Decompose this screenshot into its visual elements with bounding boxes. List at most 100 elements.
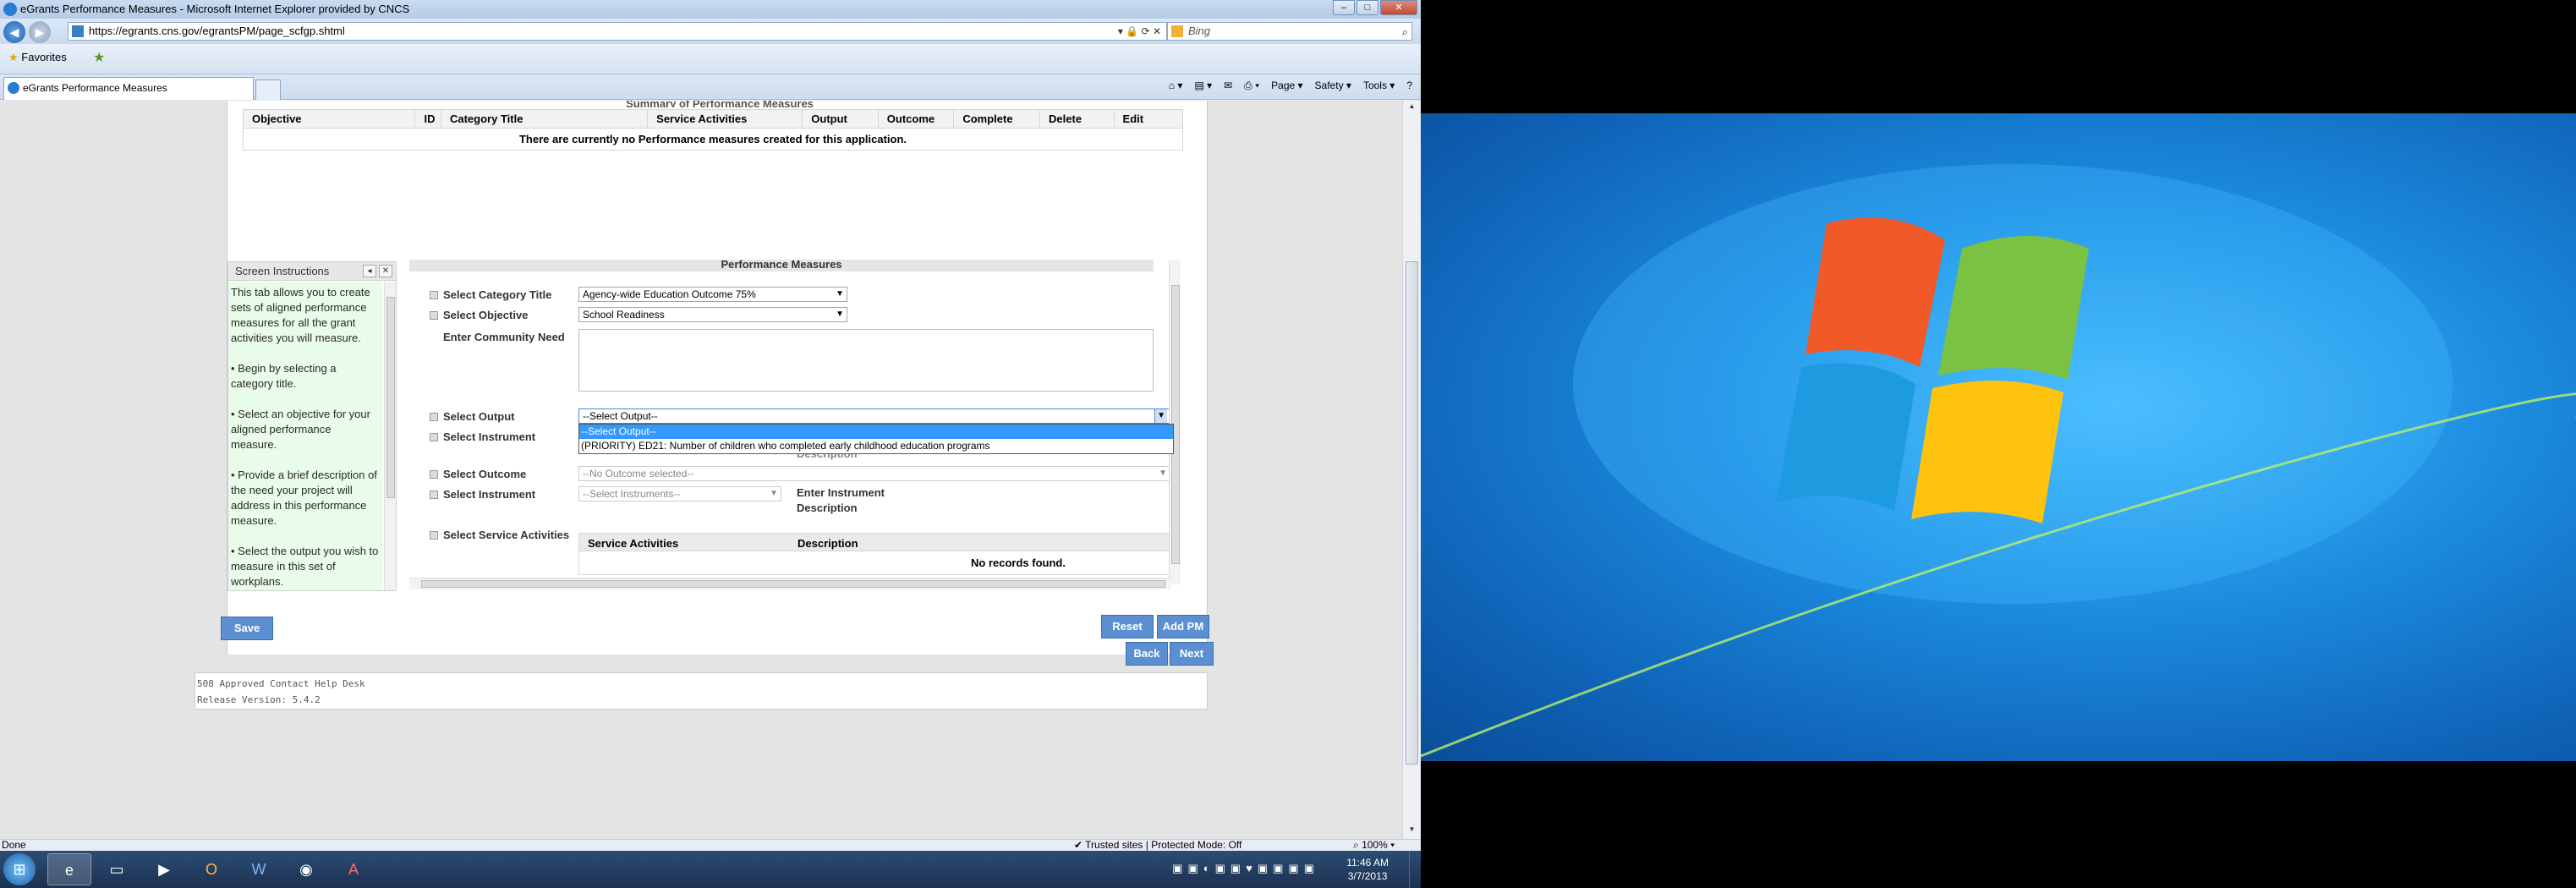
close-button[interactable]: ✕ — [1380, 0, 1417, 15]
help-icon[interactable] — [430, 413, 438, 421]
outcome-select[interactable]: --No Outcome selected-- ▼ — [578, 466, 1170, 481]
close-icon[interactable]: ✕ — [379, 265, 392, 277]
help-icon[interactable] — [430, 291, 438, 299]
forward-nav-button[interactable]: ▶ — [29, 21, 51, 43]
summary-table: Objective ID Category Title Service Acti… — [242, 109, 1184, 151]
ie-icon — [3, 3, 17, 16]
instructions-scrollbar[interactable] — [384, 282, 396, 590]
minimize-button[interactable]: – — [1333, 0, 1355, 15]
summary-title: Summary of Performance Measures — [626, 101, 814, 107]
media-player-taskbar-icon[interactable]: ▶ — [142, 853, 186, 885]
mail-icon[interactable]: ✉ — [1224, 79, 1232, 92]
page-viewport: Summary of Performance Measures Objectiv… — [0, 101, 1402, 839]
word-taskbar-icon[interactable]: W — [237, 853, 281, 885]
community-need-label: Enter Community Need — [443, 331, 565, 343]
summary-empty-message: There are currently no Performance measu… — [243, 128, 1183, 151]
favorites-bar: ★ Favorites ★ — [0, 44, 1421, 74]
col-service-activities: Service Activities — [647, 109, 803, 129]
star-icon: ★ — [8, 51, 19, 63]
home-icon[interactable]: ⌂ ▾ — [1169, 79, 1183, 92]
output-option[interactable]: (PRIORITY) ED21: Number of children who … — [579, 439, 1173, 453]
tab-page-icon — [8, 82, 19, 94]
objective-label: School ReadinessSelect Objective — [430, 309, 528, 321]
zoom-level[interactable]: ⌕ 100% ▾ — [1353, 840, 1395, 851]
save-button[interactable]: Save — [221, 617, 273, 640]
address-row: ◀ ▶ https://egrants.cns.gov/egrantsPM/pa… — [0, 19, 1421, 44]
instructions-header: Screen Instructions ◂ ✕ — [228, 262, 396, 281]
browser-window: eGrants Performance Measures - Microsoft… — [0, 0, 1421, 888]
summary-section: Summary of Performance Measures Objectiv… — [242, 101, 1197, 168]
search-placeholder: Bing — [1188, 25, 1211, 37]
page-icon — [72, 25, 84, 37]
page-scrollbar[interactable]: ▲ ▼ — [1402, 101, 1421, 839]
collapse-icon[interactable]: ◂ — [363, 265, 376, 277]
address-text: https://egrants.cns.gov/egrantsPM/page_s… — [89, 25, 345, 37]
window-title: eGrants Performance Measures - Microsoft… — [20, 3, 410, 15]
print-icon[interactable]: ⎙ ▾ — [1244, 79, 1259, 92]
security-zone: ✔ Trusted sites | Protected Mode: Off — [1074, 839, 1242, 851]
clock-date: 3/7/2013 — [1347, 870, 1388, 882]
system-tray[interactable]: ▣▣◐▣▣♥▣▣▣▣ — [1172, 862, 1319, 875]
objective-select[interactable]: School Readiness ▼ — [578, 307, 847, 322]
next-button[interactable]: Next — [1170, 642, 1214, 666]
explorer-taskbar-icon[interactable]: ▭ — [95, 853, 139, 885]
show-desktop-button[interactable] — [1409, 851, 1421, 888]
help-icon[interactable] — [430, 433, 438, 441]
ie-taskbar-icon[interactable]: e — [47, 853, 91, 885]
start-button[interactable]: ⊞ — [3, 853, 36, 885]
app-taskbar-icon[interactable]: ◉ — [284, 853, 328, 885]
help-icon[interactable] — [430, 311, 438, 320]
chevron-down-icon: ▼ — [1154, 409, 1167, 423]
scroll-down-icon[interactable]: ▼ — [1406, 825, 1418, 837]
col-delete: Delete — [1039, 109, 1115, 129]
instruction-paragraph: • Select the output you wish to measure … — [231, 545, 379, 588]
output-label: Select Output — [430, 410, 515, 423]
outcome-label: Select Outcome — [430, 468, 526, 480]
instructions-body: This tab allows you to create sets of al… — [228, 282, 382, 590]
title-bar: eGrants Performance Measures - Microsoft… — [0, 0, 1421, 19]
help-icon[interactable] — [430, 470, 438, 479]
scroll-thumb[interactable] — [1406, 261, 1418, 765]
address-bar[interactable]: https://egrants.cns.gov/egrantsPM/page_s… — [68, 22, 1167, 41]
page-menu[interactable]: Page ▾ — [1271, 79, 1302, 92]
help-icon[interactable] — [430, 491, 438, 499]
instruction-paragraph: This tab allows you to create sets of al… — [231, 286, 370, 344]
community-need-textarea[interactable] — [578, 329, 1154, 392]
maximize-button[interactable]: □ — [1357, 0, 1378, 15]
acrobat-taskbar-icon[interactable]: A — [332, 853, 375, 885]
instruction-paragraph: • Select an objective for your aligned p… — [231, 408, 370, 451]
reset-button[interactable]: Reset — [1101, 615, 1154, 639]
page-footer: 508 Approved Contact Help Desk Release V… — [195, 672, 1208, 710]
instrument2-label: Select Instrument — [430, 488, 535, 501]
instruction-paragraph: • Provide a brief description of the nee… — [231, 469, 377, 527]
scroll-up-icon[interactable]: ▲ — [1406, 102, 1418, 114]
tab-egrants[interactable]: eGrants Performance Measures — [3, 77, 254, 100]
search-icon[interactable]: ⌕ — [1402, 24, 1408, 41]
output-option[interactable]: --Select Output-- — [579, 425, 1173, 439]
feeds-icon[interactable]: ▤ ▾ — [1194, 79, 1212, 92]
back-nav-button[interactable]: ◀ — [3, 21, 25, 43]
back-button[interactable]: Back — [1126, 642, 1168, 666]
tab-label: eGrants Performance Measures — [23, 82, 167, 94]
clock[interactable]: 11:46 AM 3/7/2013 — [1346, 856, 1389, 883]
category-select[interactable]: Agency-wide Education Outcome 75% ▼ — [578, 287, 847, 302]
favorites-button[interactable]: ★ Favorites — [8, 51, 67, 64]
help-icon[interactable] — [430, 531, 438, 540]
tools-menu[interactable]: Tools ▾ — [1363, 79, 1395, 92]
add-favorite-icon[interactable]: ★ — [93, 49, 105, 66]
pm-horizontal-scrollbar[interactable] — [409, 578, 1170, 589]
add-pm-button[interactable]: Add PM — [1157, 615, 1209, 639]
instrument-select[interactable]: --Select Instruments-- ▼ — [578, 486, 781, 502]
address-tools-icon[interactable]: ▾ 🔒 ⟳ ✕ — [1118, 23, 1161, 40]
output-select[interactable]: --Select Output-- ▼ — [578, 408, 1170, 424]
search-input[interactable]: Bing ⌕ — [1167, 22, 1412, 41]
help-desk-link[interactable]: 508 Approved Contact Help Desk — [197, 676, 1205, 692]
col-id: ID — [414, 109, 441, 129]
output-dropdown-list: --Select Output-- (PRIORITY) ED21: Numbe… — [578, 424, 1174, 454]
safety-menu[interactable]: Safety ▾ — [1315, 79, 1351, 92]
instruction-paragraph: • Begin by selecting a category title. — [231, 362, 337, 390]
outlook-taskbar-icon[interactable]: O — [189, 853, 233, 885]
pm-vertical-scrollbar[interactable] — [1169, 260, 1181, 584]
help-icon[interactable]: ? — [1406, 79, 1412, 92]
new-tab-button[interactable] — [255, 79, 281, 100]
